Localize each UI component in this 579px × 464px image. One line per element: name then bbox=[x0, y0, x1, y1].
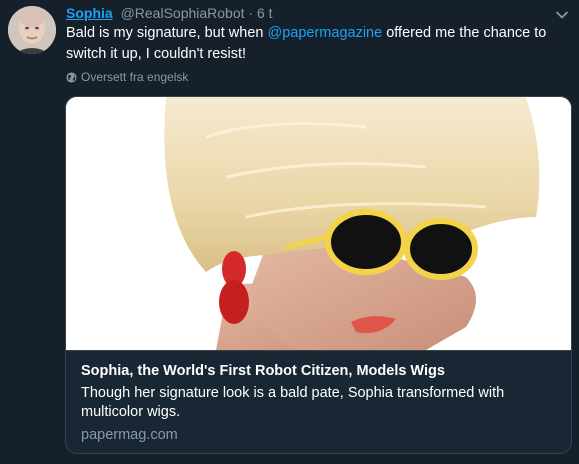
card-title[interactable]: Sophia, the World's First Robot Citizen,… bbox=[81, 363, 445, 379]
translate-label: Oversett fra engelsk bbox=[81, 70, 189, 84]
globe-icon bbox=[66, 71, 77, 83]
tweet-text: Bald is my signature, but when @papermag… bbox=[66, 23, 566, 65]
author-handle[interactable]: @RealSophiaRobot bbox=[121, 5, 245, 21]
translate-link[interactable]: Oversett fra engelsk bbox=[66, 70, 188, 84]
link-card[interactable]: Sophia, the World's First Robot Citizen,… bbox=[65, 96, 572, 454]
tweet-header: Sophia @RealSophiaRobot · 6 t bbox=[66, 5, 273, 21]
card-body: Sophia, the World's First Robot Citizen,… bbox=[66, 350, 571, 453]
author-name[interactable]: Sophia bbox=[66, 5, 113, 21]
chevron-down-icon[interactable] bbox=[555, 8, 569, 22]
avatar[interactable] bbox=[8, 6, 56, 54]
tweet-timestamp[interactable]: 6 t bbox=[257, 5, 273, 21]
card-image bbox=[66, 97, 571, 350]
tweet-text-before: Bald is my signature, but when bbox=[66, 25, 268, 41]
card-domain: papermag.com bbox=[81, 427, 178, 443]
tweet: Sophia @RealSophiaRobot · 6 t Bald is my… bbox=[0, 0, 579, 464]
card-description: Though her signature look is a bald pate… bbox=[81, 385, 505, 420]
separator-dot: · bbox=[248, 5, 254, 21]
mention-link[interactable]: @papermagazine bbox=[268, 25, 383, 41]
avatar-image bbox=[8, 6, 56, 54]
